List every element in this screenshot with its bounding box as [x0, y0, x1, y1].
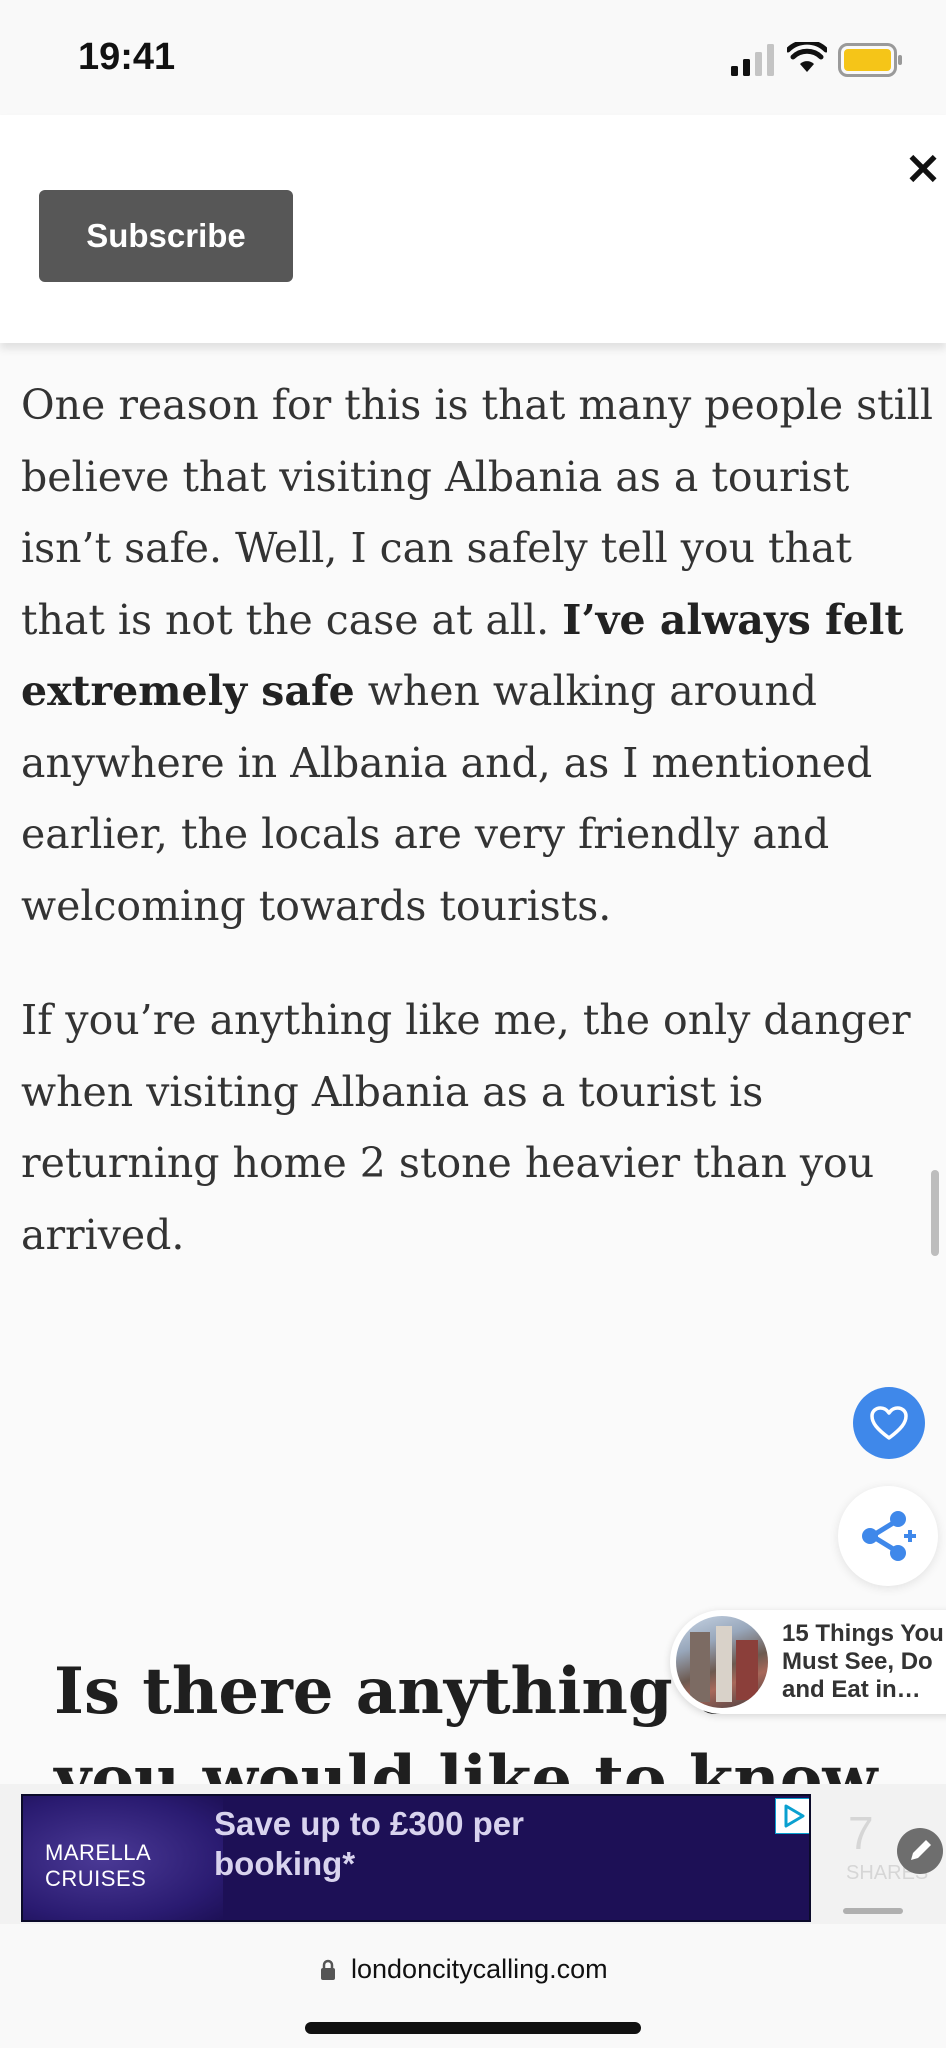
- status-bar: 19:41: [0, 0, 946, 115]
- horizontal-scroll-indicator: [843, 1908, 903, 1914]
- article-paragraph: One reason for this is that many people …: [21, 370, 941, 942]
- lock-icon: [321, 1959, 335, 1980]
- wifi-icon: [787, 42, 827, 72]
- browser-address-bar[interactable]: londoncitycalling.com: [0, 1924, 946, 2048]
- ad-headline: Save up to £300 per booking*: [214, 1805, 524, 1882]
- article-paragraph: If you’re anything like me, the only dan…: [21, 996, 911, 1259]
- status-time: 19:41: [78, 36, 176, 78]
- ad-logo-area: MARELLA CRUISES: [23, 1796, 223, 1920]
- ad-strip: MARELLA CRUISES Save up to £300 per book…: [0, 1784, 946, 1924]
- edit-pencil-icon[interactable]: [897, 1828, 943, 1874]
- heart-icon: [870, 1406, 908, 1440]
- related-article-thumbnail: [676, 1616, 768, 1708]
- cellular-signal-icon: [731, 44, 774, 76]
- share-icon: [862, 1511, 916, 1561]
- ad-brand-logo: MARELLA CRUISES: [45, 1840, 152, 1891]
- page-scroll-indicator[interactable]: [931, 1170, 939, 1256]
- like-button[interactable]: [853, 1387, 925, 1459]
- share-count: 7: [848, 1807, 874, 1859]
- subscribe-banner: Subscribe ×: [0, 115, 946, 343]
- share-button[interactable]: [838, 1486, 938, 1586]
- ad-banner[interactable]: MARELLA CRUISES Save up to £300 per book…: [21, 1794, 811, 1922]
- related-article-title: 15 Things You Must See, Do and Eat in…: [782, 1620, 944, 1703]
- close-icon[interactable]: ×: [903, 144, 943, 190]
- related-article-card[interactable]: 15 Things You Must See, Do and Eat in…: [670, 1610, 946, 1714]
- article-body: One reason for this is that many people …: [21, 370, 941, 1314]
- url-text[interactable]: londoncitycalling.com: [351, 1954, 608, 1985]
- pencil-icon: [911, 1840, 931, 1860]
- battery-icon: [838, 43, 902, 77]
- home-indicator[interactable]: [305, 2022, 641, 2034]
- adchoices-icon[interactable]: [775, 1798, 809, 1834]
- subscribe-button[interactable]: Subscribe: [39, 190, 293, 282]
- play-triangle-icon: [784, 1804, 805, 1828]
